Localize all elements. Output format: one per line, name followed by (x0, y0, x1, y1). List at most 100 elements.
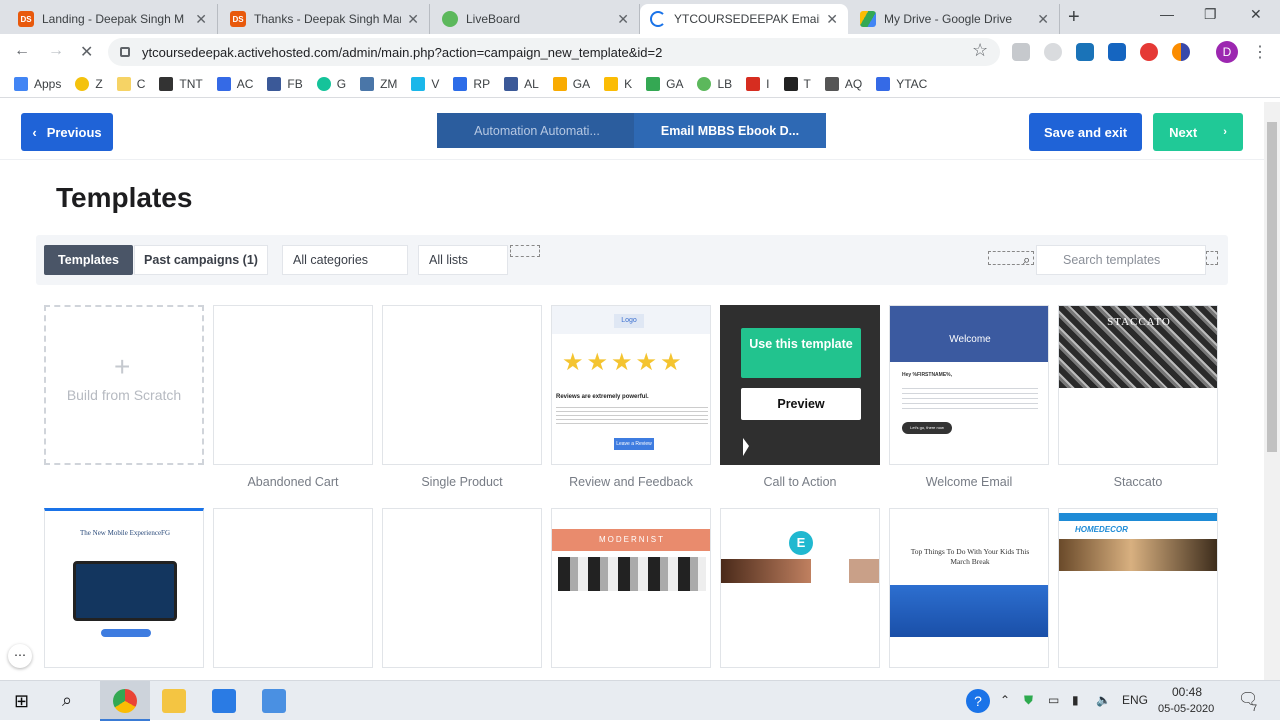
battery-icon[interactable]: ▮ (1072, 693, 1079, 707)
template-card-abandoned-cart[interactable] (213, 305, 373, 465)
bookmark-ga[interactable]: GA (552, 76, 590, 91)
bookmark-label: RP (473, 76, 491, 91)
tab-liveboard[interactable]: LiveBoard ✕ (432, 4, 640, 34)
bookmark-label: Apps (34, 76, 62, 91)
categories-select[interactable]: All categories (282, 245, 408, 275)
lists-select[interactable]: All lists (418, 245, 508, 275)
search-icon[interactable]: ⌕ (62, 690, 72, 711)
bookmark-star-icon[interactable]: ☆ (972, 40, 988, 61)
next-label: Next (1169, 124, 1198, 140)
extension-shield-icon[interactable] (1044, 43, 1062, 61)
profile-avatar[interactable]: D (1216, 41, 1238, 63)
scrollbar-thumb[interactable] (1267, 122, 1277, 452)
template-card-call-to-action[interactable]: Use this template Preview (720, 305, 880, 465)
bookmark-zm[interactable]: ZM (360, 76, 397, 91)
extension-s-icon[interactable] (1076, 43, 1094, 61)
close-icon[interactable]: ✕ (407, 11, 419, 28)
template-card-blank-2[interactable] (382, 508, 542, 668)
help-icon[interactable]: ? (966, 689, 990, 713)
template-card-modernist[interactable]: MODERNIST (551, 508, 711, 668)
breadcrumb-automation[interactable]: Automation Automati... (437, 113, 637, 148)
breadcrumb-email[interactable]: Email MBBS Ebook D... (634, 113, 826, 148)
template-card-single-product[interactable] (382, 305, 542, 465)
search-templates-input[interactable]: ⌕ Search templates (1023, 245, 1206, 275)
extension-code-icon[interactable] (1012, 43, 1030, 61)
template-card-homedecor[interactable]: HOMEDECOR (1058, 508, 1218, 668)
page-scrollbar[interactable] (1264, 102, 1280, 680)
close-icon[interactable]: ✕ (1037, 11, 1049, 28)
template-card-blank-1[interactable] (213, 508, 373, 668)
windows-start-icon[interactable]: ⊞ (14, 691, 29, 712)
new-tab-icon[interactable]: + (1068, 6, 1080, 29)
calendar-icon[interactable] (212, 689, 236, 713)
tab-landing[interactable]: DS Landing - Deepak Singh M ✕ (8, 4, 218, 34)
template-card-e[interactable]: E (720, 508, 880, 668)
save-exit-button[interactable]: Save and exit (1029, 113, 1142, 151)
template-card-playground[interactable]: Top Things To Do With Your Kids This Mar… (889, 508, 1049, 668)
bookmark-ac[interactable]: AC (216, 76, 253, 91)
tab-thanks[interactable]: DS Thanks - Deepak Singh Mar ✕ (220, 4, 430, 34)
bookmark-tnt[interactable]: TNT (159, 76, 203, 91)
keep-icon (604, 76, 619, 91)
build-from-scratch-card[interactable]: + Build from Scratch (44, 305, 204, 465)
extension-circle-icon[interactable] (1172, 43, 1190, 61)
app-window-icon[interactable] (262, 689, 286, 713)
window-close-icon[interactable]: ✕ (1250, 6, 1262, 23)
bookmark-aq[interactable]: AQ (824, 76, 862, 91)
restore-icon[interactable]: ❐ (1204, 6, 1217, 23)
templates-page: Templates Templates Past campaigns (1) A… (0, 160, 1264, 680)
browser-menu-icon[interactable]: ⋮ (1252, 42, 1268, 62)
next-button[interactable]: Next › (1153, 113, 1243, 151)
clock-date[interactable]: 05-05-2020 (1158, 703, 1214, 715)
extension-screen-icon[interactable] (1108, 43, 1126, 61)
bookmark-label: G (336, 76, 347, 91)
bookmark-t[interactable]: T (783, 76, 811, 91)
use-template-button[interactable]: Use this template (741, 328, 861, 378)
tab-activecampaign[interactable]: YTCOURSEDEEPAK Email M ✕ (640, 4, 848, 34)
chevron-up-icon[interactable]: ⌃ (1000, 693, 1010, 707)
stop-icon[interactable]: ✕ (80, 42, 93, 62)
template-card-mobile[interactable]: The New Mobile ExperienceFG (44, 508, 204, 668)
url-field[interactable]: ytcoursedeepak.activehosted.com/admin/ma… (108, 38, 1000, 66)
chrome-taskbar-item[interactable] (100, 681, 150, 721)
previous-button[interactable]: ‹ Previous (21, 113, 113, 151)
vimeo-icon (411, 76, 426, 91)
close-icon[interactable]: ✕ (195, 11, 207, 28)
language-indicator[interactable]: ENG (1122, 693, 1148, 707)
template-card-review[interactable]: Logo ★★★★★ Reviews are extremely powerfu… (551, 305, 711, 465)
tab-drive[interactable]: My Drive - Google Drive ✕ (850, 4, 1060, 34)
bookmark-al[interactable]: AL (504, 76, 539, 91)
bookmark-z[interactable]: Z (75, 76, 103, 91)
loading-icon (650, 11, 666, 27)
bookmark-label: Z (95, 76, 103, 91)
more-options-icon[interactable]: ⋯ (8, 644, 32, 668)
template-card-staccato[interactable]: STACCATO (1058, 305, 1218, 465)
tab-templates[interactable]: Templates (44, 245, 133, 275)
extension-target-icon[interactable] (1140, 43, 1158, 61)
minimize-icon[interactable]: — (1160, 6, 1174, 22)
bookmark-rp[interactable]: RP (453, 76, 491, 91)
template-card-welcome[interactable]: Welcome Hey %FIRSTNAME%, Let's go, there… (889, 305, 1049, 465)
back-icon[interactable]: ← (14, 42, 30, 60)
shield-icon[interactable]: ⛊ (1024, 693, 1033, 708)
bookmark-i[interactable]: I (746, 76, 770, 91)
apps-grid-icon (14, 76, 28, 91)
bookmark-fb[interactable]: FB (267, 76, 303, 91)
preview-button[interactable]: Preview (741, 388, 861, 420)
network-icon[interactable]: ▭ (1048, 693, 1059, 707)
tab-past-campaigns[interactable]: Past campaigns (1) (134, 245, 268, 275)
close-icon[interactable]: ✕ (826, 11, 838, 28)
forward-icon[interactable]: → (48, 42, 64, 60)
bookmark-g[interactable]: G (316, 76, 347, 91)
clock-time[interactable]: 00:48 (1172, 685, 1202, 699)
bookmark-ga2[interactable]: GA (646, 76, 683, 91)
bookmark-ytac[interactable]: YTAC (876, 76, 927, 91)
bookmark-c[interactable]: C (116, 76, 145, 91)
volume-icon[interactable]: 🔈 (1096, 693, 1111, 707)
bookmark-lb[interactable]: LB (697, 76, 732, 91)
file-explorer-icon[interactable] (162, 689, 186, 713)
close-icon[interactable]: ✕ (617, 11, 629, 28)
bookmark-k[interactable]: K (604, 76, 632, 91)
bookmark-v[interactable]: V (411, 76, 439, 91)
bookmark-apps[interactable]: Apps (14, 76, 62, 91)
